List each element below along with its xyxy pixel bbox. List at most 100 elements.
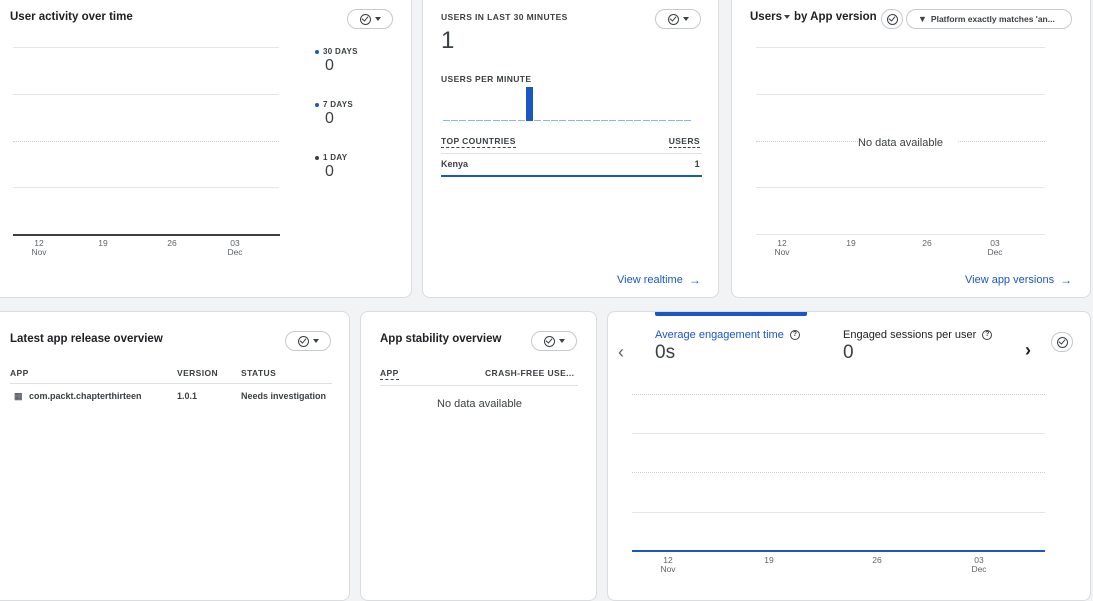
country-name: Kenya [441,159,469,169]
legend-label: 7 DAYS [323,100,353,109]
minute-bar [559,120,567,121]
minute-bar [659,120,667,121]
app-version-card: Users by App version ▼ Platform exactly … [731,0,1091,298]
grid-line [632,512,1045,513]
metric-engaged-sessions-per-user[interactable]: Engaged sessions per user ? 0 [843,329,993,364]
legend-label: 30 DAYS [323,47,358,56]
grid-line [756,234,1045,235]
minute-bar [684,120,692,121]
x-axis-tick: 26 [872,555,882,565]
arrow-right-icon: → [688,273,701,287]
grid-line [13,47,279,48]
release-status: Needs investigation [241,391,327,401]
caret-down-icon [682,17,689,21]
minute-bar [525,87,534,121]
release-options-button[interactable] [285,331,331,351]
minute-bar [617,120,625,121]
check-circle-icon [1056,336,1068,348]
minute-bar [517,120,525,121]
legend-label: 1 DAY [323,153,348,162]
grid-line [632,472,1045,473]
android-icon: ▦ [14,391,23,401]
minute-bar [584,120,592,121]
help-icon[interactable]: ? [982,330,993,340]
minute-bar [500,120,509,121]
minute-bar [534,120,542,121]
crash-free-users-column-header[interactable]: CRASH-FREE USE... [485,368,574,378]
grid-line [13,187,279,188]
check-circle-icon [543,335,555,347]
user-activity-options-button[interactable] [347,9,393,29]
x-axis-line [13,234,280,236]
release-overview-title: Latest app release overview [10,333,163,345]
legend-1-day: 1 DAY 0 [315,153,347,181]
version-column-header: VERSION [177,368,219,378]
previous-metrics-button[interactable]: ‹ [618,342,624,363]
platform-filter-label: Platform exactly matches 'an... [930,14,1055,24]
check-circle-icon [297,335,309,347]
minute-bar [625,120,634,121]
caret-down-icon [558,339,565,343]
x-axis-tick: 19 [98,238,108,248]
minute-bar [592,120,600,121]
legend-value: 0 [325,110,334,127]
realtime-card: USERS IN LAST 30 MINUTES 1 USERS PER MIN… [422,0,719,298]
minute-bar [542,120,550,121]
stability-options-button[interactable] [531,331,577,351]
x-axis-tick: 26 [167,238,177,248]
engagement-options-button[interactable] [1051,332,1073,352]
app-version-options-button[interactable] [881,9,903,29]
view-realtime-label: View realtime [617,274,683,286]
table-divider [10,383,332,384]
check-circle-icon [667,13,679,25]
minute-bar [484,120,492,121]
x-axis-tick: 12 Nov [31,238,47,257]
next-metrics-button[interactable]: › [1025,340,1031,361]
users-header[interactable]: USERS [668,136,700,148]
x-axis-tick: 26 [922,238,932,248]
user-activity-card: User activity over time 12 Nov 19 26 03 Dec… [0,0,412,298]
metric-average-engagement-time[interactable]: Average engagement time ? 0s [655,329,800,364]
legend-30-days: 30 DAYS 0 [315,47,358,75]
platform-filter-chip[interactable]: ▼ Platform exactly matches 'an... [906,9,1072,29]
x-axis-tick: 12 Nov [660,555,676,574]
grid-line [13,141,279,142]
minute-bar [475,120,484,121]
minute-bar [650,120,659,121]
minute-bar [450,120,459,121]
caret-down-icon [312,339,319,343]
realtime-heading: USERS IN LAST 30 MINUTES [441,12,568,22]
minute-bar [600,120,609,121]
legend-value: 0 [325,163,334,180]
help-icon[interactable]: ? [789,330,800,340]
minute-bar [459,120,467,121]
legend-value: 0 [325,57,334,74]
release-overview-card: Latest app release overview APP VERSION … [0,311,350,601]
no-data-message: No data available [437,398,523,410]
top-countries-header[interactable]: TOP COUNTRIES [441,136,516,148]
release-app-name: com.packt.chapterthirteen [29,391,142,401]
metric-selector[interactable]: Users [750,11,782,23]
minute-bar [567,120,575,121]
realtime-options-button[interactable] [655,9,701,29]
grid-line [13,94,279,95]
view-app-versions-label: View app versions [965,274,1055,286]
view-app-versions-link[interactable]: View app versions → [965,273,1072,287]
minute-bar [467,120,475,121]
legend-7-days: 7 DAYS 0 [315,100,353,128]
country-bar [441,175,702,177]
grid-line [632,394,1045,395]
legend-dot-icon [315,49,319,54]
minute-bar [575,120,584,121]
app-column-header[interactable]: APP [380,368,399,380]
minute-bar [634,120,642,121]
minute-bar [667,120,675,121]
view-realtime-link[interactable]: View realtime → [617,273,701,287]
caret-down-icon[interactable] [783,15,790,19]
metric-value: 0s [655,342,676,363]
minute-bar [609,120,617,121]
metric-label: Engaged sessions per user [843,329,977,341]
country-users: 1 [694,159,700,169]
grid-line [756,141,866,142]
check-circle-icon [886,13,898,25]
